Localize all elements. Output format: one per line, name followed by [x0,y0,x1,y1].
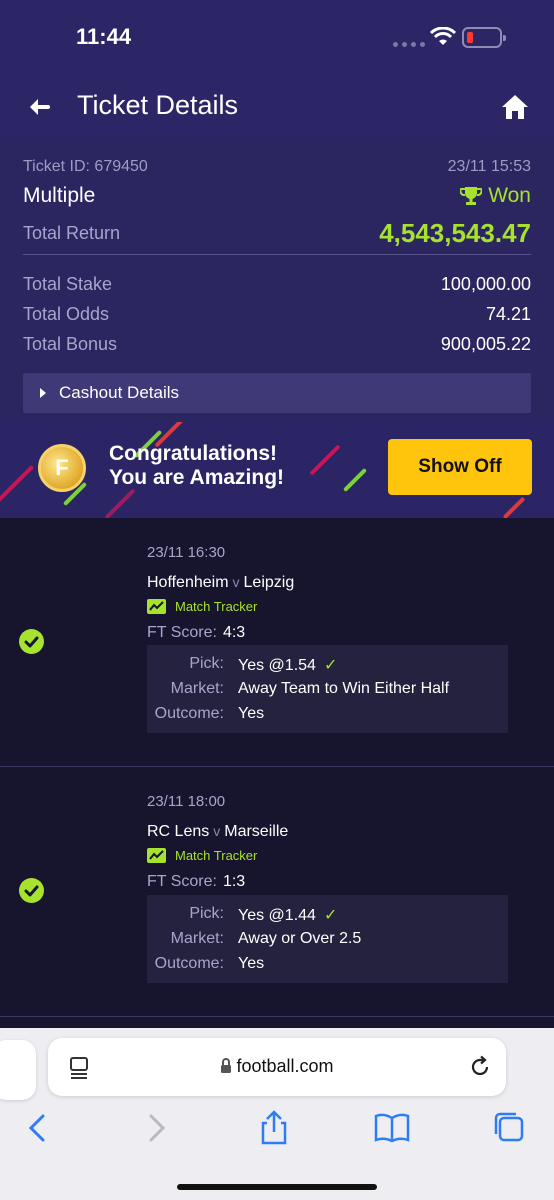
confetti-streak [309,444,341,476]
browser-chrome: football.com [0,1028,554,1200]
congrats-line2: You are Amazing! [109,466,285,489]
share-icon[interactable] [254,1108,294,1148]
ticket-id: Ticket ID: 679450 [23,158,148,175]
back-icon[interactable] [17,1108,57,1148]
selections-list: 23/11 16:30 Hoffenheim v Leipzig Match Tra… [0,518,554,1028]
confetti-streak [502,496,526,518]
total-bonus-value: 900,005.22 [440,334,531,354]
battery-icon [462,27,506,48]
ticket-date: 23/11 15:53 [447,158,531,175]
divider [23,254,531,255]
trophy-icon [460,187,483,205]
outcome-value: Yes [238,705,265,722]
bookmarks-icon[interactable] [372,1108,412,1148]
total-bonus-label: Total Bonus [23,334,118,354]
ft-score-value: 4:3 [222,624,246,641]
show-off-button[interactable]: Show Off [388,439,532,495]
confetti-streak [342,467,368,493]
reload-icon[interactable] [468,1055,492,1079]
match-tracker-label: Match Tracker [175,599,258,614]
total-return-label: Total Return [23,223,121,243]
versus-label: v [232,574,240,590]
cashout-label: Cashout Details [59,383,180,402]
caret-right-icon [40,388,46,398]
url-text: football.com [236,1056,334,1076]
won-check-icon [19,878,44,903]
confetti-streak [0,464,35,504]
congrats-text: Congratulations! You are Amazing! [109,442,284,490]
market-label: Market: [170,680,224,697]
pick-label: Pick: [189,905,224,922]
match-teams: RC Lens v Marseille [147,823,288,841]
status-time: 11:44 [76,24,132,49]
divider [0,766,554,767]
checkmark-icon: ✓ [323,907,338,924]
status-bar: 11:44 [0,0,554,76]
checkmark-icon: ✓ [323,657,338,674]
status-badge: Won [460,184,531,208]
total-odds-value: 74.21 [485,304,531,324]
market-value: Away Team to Win Either Half [238,680,450,697]
divider [0,1016,554,1017]
ft-score: FT Score: 1:3 [147,873,245,891]
ft-score-label: FT Score: [147,624,217,641]
total-return-value: 4,543,543.47 [379,218,531,248]
ticket-summary: Ticket ID: 679450 23/11 15:53 Multiple W… [0,138,554,422]
ft-score-label: FT Score: [147,873,217,890]
back-arrow-icon[interactable] [26,94,52,120]
match-tracker-link[interactable]: Match Tracker [147,848,257,863]
congrats-line1: Congratulations! [109,442,277,465]
ft-score: FT Score: 4:3 [147,624,245,642]
home-icon[interactable] [500,93,530,121]
cashout-details-toggle[interactable]: Cashout Details [23,373,531,413]
address-bar[interactable]: football.com [48,1038,506,1096]
coin-icon: F [38,444,86,492]
match-tracker-link[interactable]: Match Tracker [147,599,257,614]
chart-trend-icon [147,599,166,614]
match-tracker-label: Match Tracker [175,848,258,863]
total-stake-label: Total Stake [23,274,113,294]
selection-card[interactable]: 23/11 16:30 Hoffenheim v Leipzig Match Tra… [0,518,554,768]
app-header: Ticket Details [0,76,554,138]
outcome-label: Outcome: [154,955,224,972]
browser-toolbar [0,1108,554,1158]
wifi-icon [430,27,456,45]
outcome-value: Yes [238,955,265,972]
status-text: Won [488,184,531,207]
pick-details: Pick: Yes @1.54 ✓ Market: Away Team to Wi… [147,645,508,733]
pick-value: Yes @1.44 [238,907,316,924]
congrats-banner: F Congratulations! You are Amazing! Show… [0,422,554,518]
pick-value: Yes @1.54 [238,657,316,674]
match-teams: Hoffenheim v Leipzig [147,574,294,592]
total-odds-label: Total Odds [23,304,110,324]
selection-card[interactable]: 23/11 18:00 RC Lens v Marseille Match Trac… [0,768,554,1018]
previous-tab-preview[interactable] [0,1040,36,1100]
match-date: 23/11 18:00 [147,793,226,810]
pick-label: Pick: [189,655,224,672]
away-team: Leipzig [243,574,295,591]
home-team: RC Lens [147,823,210,840]
lock-icon [221,1058,232,1073]
url-display[interactable]: football.com [48,1056,506,1077]
home-team: Hoffenheim [147,574,229,591]
total-stake-value: 100,000.00 [440,274,531,294]
confetti-streak [104,488,136,518]
market-label: Market: [170,930,224,947]
match-date: 23/11 16:30 [147,544,226,561]
home-indicator [177,1184,377,1190]
outcome-label: Outcome: [154,705,224,722]
cellular-signal-icon [393,42,425,47]
versus-label: v [213,823,221,839]
page-title: Ticket Details [77,90,239,120]
won-check-icon [19,629,44,654]
market-value: Away or Over 2.5 [238,930,362,947]
ft-score-value: 1:3 [222,873,246,890]
forward-icon[interactable] [137,1108,177,1148]
bet-type: Multiple [23,184,96,207]
chart-trend-icon [147,848,166,863]
pick-details: Pick: Yes @1.44 ✓ Market: Away or Over 2.… [147,895,508,983]
tabs-icon[interactable] [490,1108,530,1148]
away-team: Marseille [224,823,289,840]
